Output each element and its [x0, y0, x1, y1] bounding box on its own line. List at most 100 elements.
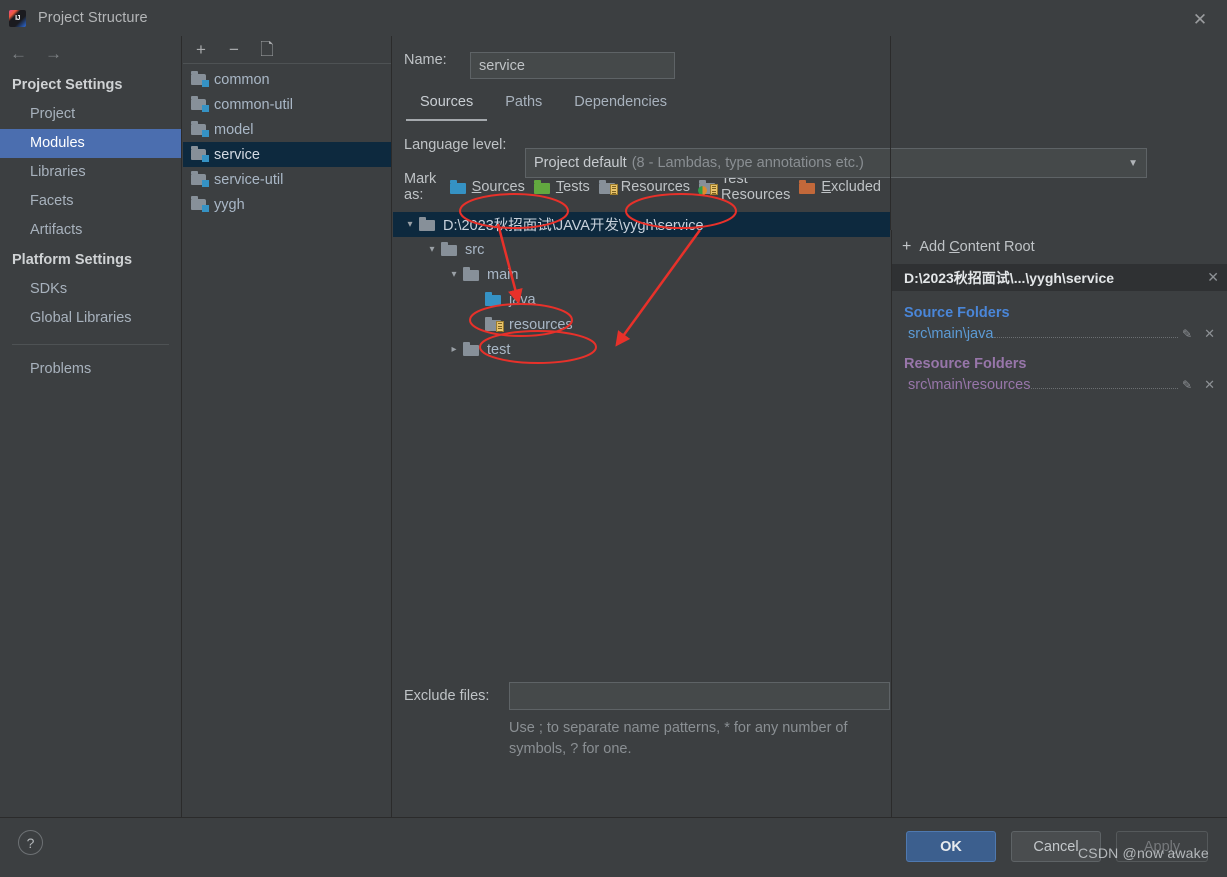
module-item-service[interactable]: service: [183, 142, 391, 167]
tree-node-label: D:\2023秋招面试\JAVA开发\yygh\service: [443, 218, 704, 234]
chevron-down-icon[interactable]: ▼: [1128, 158, 1138, 169]
settings-sidebar: ← → Project Settings Project Modules Lib…: [0, 36, 182, 817]
tab-paths[interactable]: Paths: [491, 88, 556, 121]
sidebar-item-modules[interactable]: Modules: [0, 129, 181, 158]
source-folder-path: src\main\java: [908, 326, 994, 342]
chevron-right-icon[interactable]: [445, 344, 463, 355]
module-name-input[interactable]: [470, 52, 675, 79]
close-icon[interactable]: ✕: [1204, 326, 1215, 342]
tree-node-src[interactable]: src: [393, 237, 890, 262]
exclude-files-row: Exclude files:: [404, 682, 890, 710]
sidebar-item-global-libraries[interactable]: Global Libraries: [0, 304, 181, 333]
vertical-divider: [890, 36, 891, 230]
mark-as-sources-button[interactable]: Sources: [449, 179, 525, 195]
language-level-label: Language level:: [404, 137, 507, 153]
plus-icon: +: [902, 238, 912, 255]
exclude-files-input[interactable]: [509, 682, 890, 710]
mark-as-tests-label: Tests: [555, 179, 590, 195]
intellij-idea-logo-icon: [9, 9, 26, 27]
resources-folder-icon: [598, 179, 618, 195]
sidebar-item-problems[interactable]: Problems: [0, 355, 181, 384]
tree-node-resources[interactable]: resources: [393, 312, 890, 337]
module-label: common: [214, 71, 270, 88]
arrow-left-icon[interactable]: ←: [10, 45, 27, 62]
exclude-files-section: Exclude files: Use ; to separate name pa…: [404, 682, 890, 760]
copy-icon[interactable]: 🗋: [259, 41, 275, 58]
module-item-model[interactable]: model: [183, 117, 391, 142]
module-folder-icon: [191, 121, 209, 137]
sidebar-item-sdks[interactable]: SDKs: [0, 275, 181, 304]
minus-icon[interactable]: −: [226, 41, 242, 58]
folder-icon: [419, 217, 437, 232]
language-level-select[interactable]: Project default (8 - Lambdas, type annot…: [525, 148, 1147, 178]
tree-node-main[interactable]: main: [393, 262, 890, 287]
tree-node-label: java: [509, 291, 536, 308]
module-label: common-util: [214, 96, 293, 113]
sidebar-item-project[interactable]: Project: [0, 100, 181, 129]
sidebar-item-libraries[interactable]: Libraries: [0, 158, 181, 187]
source-folders-title: Source Folders: [904, 305, 1010, 321]
tree-node-java[interactable]: java: [393, 287, 890, 312]
module-folder-icon: [191, 171, 209, 187]
mark-as-tests-button[interactable]: Tests: [533, 179, 590, 195]
module-item-common-util[interactable]: common-util: [183, 92, 391, 117]
sidebar-item-artifacts[interactable]: Artifacts: [0, 216, 181, 245]
mark-as-label: Mark as:: [404, 171, 437, 203]
module-folder-icon: [191, 146, 209, 162]
plus-icon[interactable]: +: [193, 41, 209, 58]
watermark: CSDN @now awake: [1078, 845, 1209, 861]
folder-icon: [441, 242, 459, 257]
test-resources-folder-icon: [698, 179, 719, 195]
module-item-service-util[interactable]: service-util: [183, 167, 391, 192]
modules-toolbar: + − 🗋: [183, 36, 391, 64]
pencil-icon[interactable]: ✎: [1182, 327, 1192, 341]
close-icon[interactable]: ✕: [1207, 269, 1219, 286]
module-label: yygh: [214, 196, 245, 213]
tree-node-label: main: [487, 266, 519, 283]
dialog-footer: ? OK Cancel Apply: [0, 817, 1227, 877]
question-mark-icon[interactable]: ?: [18, 830, 43, 855]
mark-as-resources-button[interactable]: Resources: [598, 179, 691, 195]
folder-icon: [463, 267, 481, 282]
dotted-leader: [994, 326, 1179, 338]
sources-folder-icon: [485, 292, 503, 307]
module-name-field-wrap: [470, 52, 1147, 79]
tree-node-test[interactable]: test: [393, 337, 890, 362]
chevron-down-icon[interactable]: [401, 219, 419, 230]
content-roots-panel: + Add Content RootAdd Content Root D:\20…: [891, 230, 1227, 817]
sidebar-group-project-settings: Project Settings: [12, 77, 123, 93]
mark-as-excluded-button[interactable]: Excluded: [799, 179, 881, 195]
close-icon[interactable]: ✕: [1189, 8, 1211, 30]
project-structure-dialog: Project Structure ✕ ← → Project Settings…: [0, 0, 1227, 877]
content-root-tree: D:\2023秋招面试\JAVA开发\yygh\service src main…: [393, 212, 890, 362]
module-name-label: Name:: [404, 52, 447, 68]
sidebar-item-facets[interactable]: Facets: [0, 187, 181, 216]
chevron-down-icon[interactable]: [423, 244, 441, 255]
content-root-header: D:\2023秋招面试\...\yygh\service ✕: [892, 264, 1227, 291]
tree-node-label: src: [465, 241, 485, 258]
tab-sources[interactable]: Sources: [406, 88, 488, 121]
nav-history-controls: ← →: [0, 36, 181, 70]
add-content-root-button[interactable]: + Add Content RootAdd Content Root: [892, 230, 1227, 264]
sources-folder-icon: [449, 179, 468, 195]
chevron-down-icon[interactable]: [445, 269, 463, 280]
tab-dependencies[interactable]: Dependencies: [560, 88, 681, 121]
sidebar-divider: [12, 344, 169, 345]
module-folder-icon: [191, 196, 209, 212]
resource-folder-row[interactable]: src\main\resources ✎ ✕: [908, 377, 1227, 393]
pencil-icon[interactable]: ✎: [1182, 378, 1192, 392]
dotted-leader: [1031, 377, 1179, 389]
module-item-common[interactable]: common: [183, 67, 391, 92]
module-item-yygh[interactable]: yygh: [183, 192, 391, 217]
tree-node-content-root[interactable]: D:\2023秋招面试\JAVA开发\yygh\service: [393, 212, 890, 237]
close-icon[interactable]: ✕: [1204, 377, 1215, 393]
source-folder-row[interactable]: src\main\java ✎ ✕: [908, 326, 1227, 342]
resource-folders-title: Resource Folders: [904, 356, 1027, 372]
mark-as-resources-label: Resources: [620, 179, 691, 195]
ok-button[interactable]: OK: [906, 831, 996, 862]
content-root-path: D:\2023秋招面试\...\yygh\service: [904, 269, 1115, 286]
module-label: model: [214, 121, 254, 138]
module-label: service-util: [214, 171, 284, 188]
folder-icon: [463, 342, 481, 357]
arrow-right-icon[interactable]: →: [45, 45, 62, 62]
